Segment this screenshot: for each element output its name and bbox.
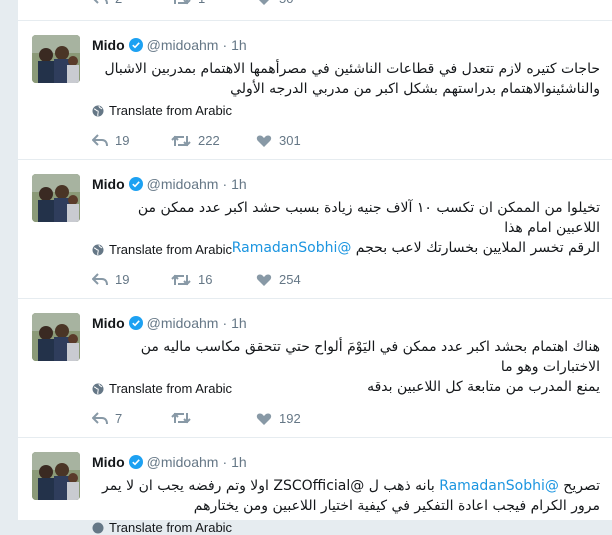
- like-count: 50: [279, 0, 293, 6]
- username[interactable]: @midoahm: [147, 37, 219, 53]
- retweet-action[interactable]: 1: [171, 0, 205, 6]
- like-action[interactable]: 192: [256, 411, 301, 426]
- tweet-text: حاجات كتيره لازم تتعدل في قطاعات الناشئي…: [92, 59, 600, 99]
- tweet-line: حاجات كتيره لازم تتعدل في قطاعات الناشئي…: [104, 61, 600, 77]
- tweet-line: تصريح @RamadanSobhi بانه ذهب ل @ZSCOffic…: [101, 478, 600, 494]
- mention-link[interactable]: @RamadanSobhi: [439, 478, 559, 494]
- tweet-line: مرور الكرام فيجب اعادة التفكير في كيفية …: [193, 498, 600, 514]
- tweet-line: والناشئينوالاهتمام بدراستهم بشكل اكبر من…: [230, 81, 600, 97]
- reply-icon: [92, 411, 108, 424]
- retweet-count: 16: [198, 272, 213, 287]
- reply-icon: [94, 0, 108, 4]
- verified-badge-icon: [128, 177, 143, 191]
- reply-count: 2: [115, 0, 122, 6]
- avatar[interactable]: [32, 313, 80, 361]
- tweet[interactable]: Mido @midoahm · 1h حاجات كتيره لازم تتعد…: [18, 21, 612, 160]
- retweet-icon: [174, 0, 191, 4]
- tweet-header: Mido @midoahm · 1h: [92, 35, 247, 55]
- previous-tweet-actions: 2 1 50: [18, 0, 612, 21]
- like-count: 301: [279, 133, 301, 148]
- timestamp[interactable]: 1h: [231, 176, 247, 192]
- timestamp[interactable]: 1h: [231, 454, 247, 470]
- display-name[interactable]: Mido: [92, 454, 125, 470]
- heart-icon: [256, 274, 272, 286]
- translate-link[interactable]: Translate from Arabic: [92, 103, 232, 118]
- globe-icon: [92, 383, 104, 394]
- username[interactable]: @midoahm: [147, 315, 219, 331]
- avatar[interactable]: [32, 452, 80, 500]
- like-action[interactable]: 254: [256, 272, 301, 287]
- retweet-action[interactable]: 222: [171, 133, 220, 148]
- username[interactable]: @midoahm: [147, 176, 219, 192]
- like-count: 254: [279, 272, 301, 287]
- tweet[interactable]: Mido @midoahm · 1h تصريح @RamadanSobhi ب…: [18, 438, 612, 535]
- reply-count: 19: [115, 272, 130, 287]
- like-count: 192: [279, 411, 301, 426]
- reply-count: 19: [115, 133, 130, 148]
- verified-badge-icon: [128, 38, 143, 52]
- tweet-header: Mido @midoahm · 1h: [92, 174, 247, 194]
- tweet[interactable]: Mido @midoahm · 1h هناك اهتمام بحشد اكبر…: [18, 299, 612, 438]
- reply-icon: [92, 272, 108, 285]
- translate-link[interactable]: Translate from Arabic: [92, 520, 232, 535]
- separator: ·: [222, 176, 228, 192]
- tweet[interactable]: Mido @midoahm · 1h تخيلوا من الممكن ان ت…: [18, 160, 612, 299]
- separator: ·: [222, 315, 228, 331]
- retweet-icon: [171, 274, 191, 285]
- like-action[interactable]: 301: [256, 133, 301, 148]
- reply-action[interactable]: 19: [92, 133, 129, 148]
- separator: ·: [222, 454, 228, 470]
- globe-icon: [92, 105, 104, 116]
- tweet-header: Mido @midoahm · 1h: [92, 313, 247, 333]
- retweet-action[interactable]: [171, 411, 198, 425]
- reply-action[interactable]: 19: [92, 272, 129, 287]
- avatar[interactable]: [32, 174, 80, 222]
- verified-badge-icon: [128, 316, 143, 330]
- globe-icon: [92, 522, 104, 533]
- reply-icon: [92, 133, 108, 146]
- separator: ·: [222, 37, 228, 53]
- like-action[interactable]: 50: [256, 0, 293, 6]
- reply-count: 7: [115, 411, 123, 426]
- timestamp[interactable]: 1h: [231, 37, 247, 53]
- reply-action[interactable]: 7: [92, 411, 122, 426]
- timeline: 2 1 50 Mido @midoahm · 1h حاجات كتيره لا…: [18, 0, 612, 535]
- verified-badge-icon: [128, 455, 143, 469]
- heart-icon: [259, 0, 269, 5]
- timestamp[interactable]: 1h: [231, 315, 247, 331]
- tweet-text: تصريح @RamadanSobhi بانه ذهب ل @ZSCOffic…: [92, 476, 600, 516]
- username[interactable]: @midoahm: [147, 454, 219, 470]
- mention-link[interactable]: @RamadanSobhi: [232, 240, 352, 256]
- tweet-header: Mido @midoahm · 1h: [92, 452, 247, 472]
- retweet-count: 1: [198, 0, 205, 6]
- reply-action[interactable]: 2: [92, 0, 122, 6]
- avatar[interactable]: [32, 35, 80, 83]
- heart-icon: [256, 135, 272, 147]
- display-name[interactable]: Mido: [92, 176, 125, 192]
- retweet-icon: [171, 412, 191, 424]
- heart-icon: [256, 413, 272, 425]
- tweet-line: تخيلوا من الممكن ان تكسب ١٠ آلاف جنيه زي…: [137, 200, 600, 236]
- retweet-icon: [171, 135, 191, 146]
- display-name[interactable]: Mido: [92, 315, 125, 331]
- translate-link[interactable]: Translate from Arabic: [92, 242, 232, 257]
- tweet-line: هناك اهتمام بحشد اكبر عدد ممكن في اليَوْ…: [140, 339, 600, 375]
- translate-link[interactable]: Translate from Arabic: [92, 381, 232, 396]
- globe-icon: [92, 244, 104, 255]
- retweet-action[interactable]: 16: [171, 272, 212, 287]
- retweet-count: 222: [198, 133, 220, 148]
- display-name[interactable]: Mido: [92, 37, 125, 53]
